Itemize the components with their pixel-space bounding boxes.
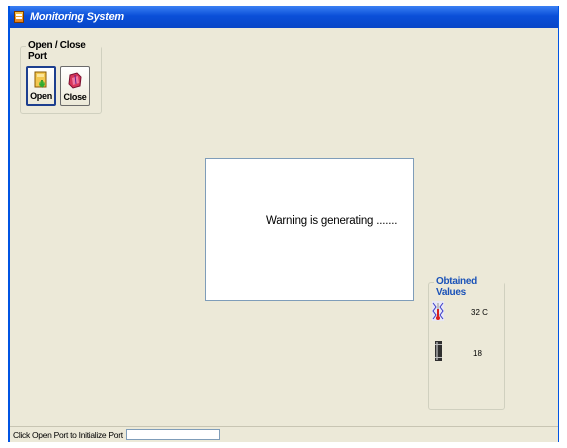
open-button[interactable]: Open [26, 66, 56, 106]
close-button[interactable]: Close [60, 66, 90, 106]
status-bar: Click Open Port to Initialize Port [10, 426, 558, 442]
warning-message: Warning is generating ....... [266, 215, 398, 227]
main-window: Monitoring System Open / Close Port Open… [8, 6, 559, 442]
level-value: 18 [473, 349, 482, 358]
close-port-icon [68, 72, 82, 89]
status-text: Click Open Port to Initialize Port [13, 429, 123, 440]
warning-panel: Warning is generating ....... [205, 158, 414, 301]
values-group-title: Obtained Values [434, 276, 504, 298]
title-bar[interactable]: Monitoring System [10, 6, 558, 28]
level-sensor-icon [435, 341, 442, 361]
window-title: Monitoring System [30, 11, 124, 23]
close-button-label: Close [63, 92, 87, 102]
temperature-value: 32 C [471, 308, 488, 317]
status-input[interactable] [125, 429, 220, 440]
open-port-icon [34, 71, 47, 88]
thermometer-icon [432, 301, 444, 321]
open-close-port-group: Open / Close Port Open Close [20, 40, 102, 114]
app-icon [14, 11, 24, 23]
obtained-values-group: Obtained Values 32 C 18 [428, 276, 505, 410]
port-group-title: Open / Close Port [26, 40, 101, 62]
open-button-label: Open [30, 91, 52, 101]
